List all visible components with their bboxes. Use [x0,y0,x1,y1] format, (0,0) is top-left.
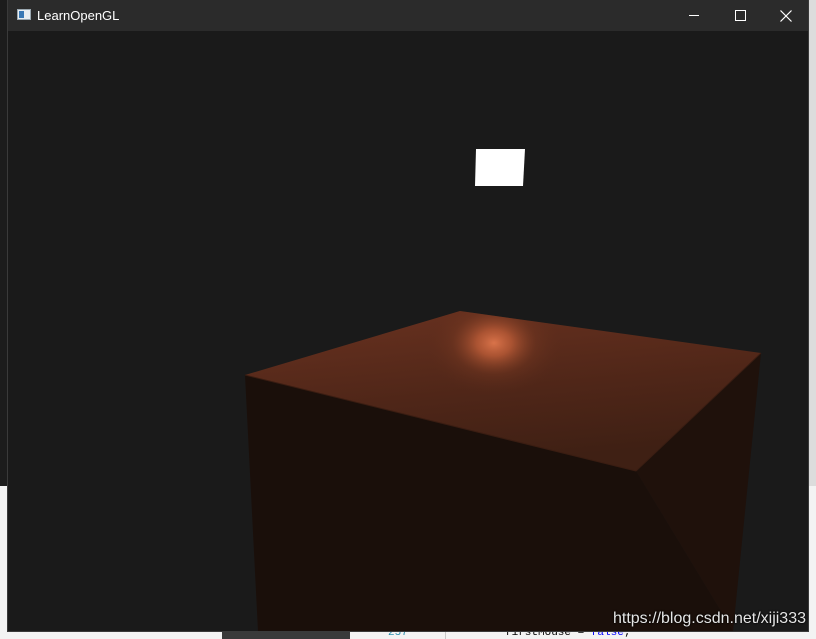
scene-canvas [8,31,808,631]
minimize-button[interactable] [671,0,717,31]
watermark-text: https://blog.csdn.net/xiji333 [612,610,806,627]
app-window: LearnOpenGL [8,0,808,631]
light-source-cube [475,149,525,186]
app-window-icon [17,9,31,20]
background-desktop [0,0,8,486]
opengl-viewport[interactable] [8,31,808,631]
minimize-icon [689,15,699,16]
close-icon [780,9,792,22]
close-button[interactable] [763,0,809,31]
window-title: LearnOpenGL [37,8,120,23]
maximize-icon [734,10,746,21]
title-bar[interactable]: LearnOpenGL [8,0,808,31]
maximize-button[interactable] [717,0,763,31]
